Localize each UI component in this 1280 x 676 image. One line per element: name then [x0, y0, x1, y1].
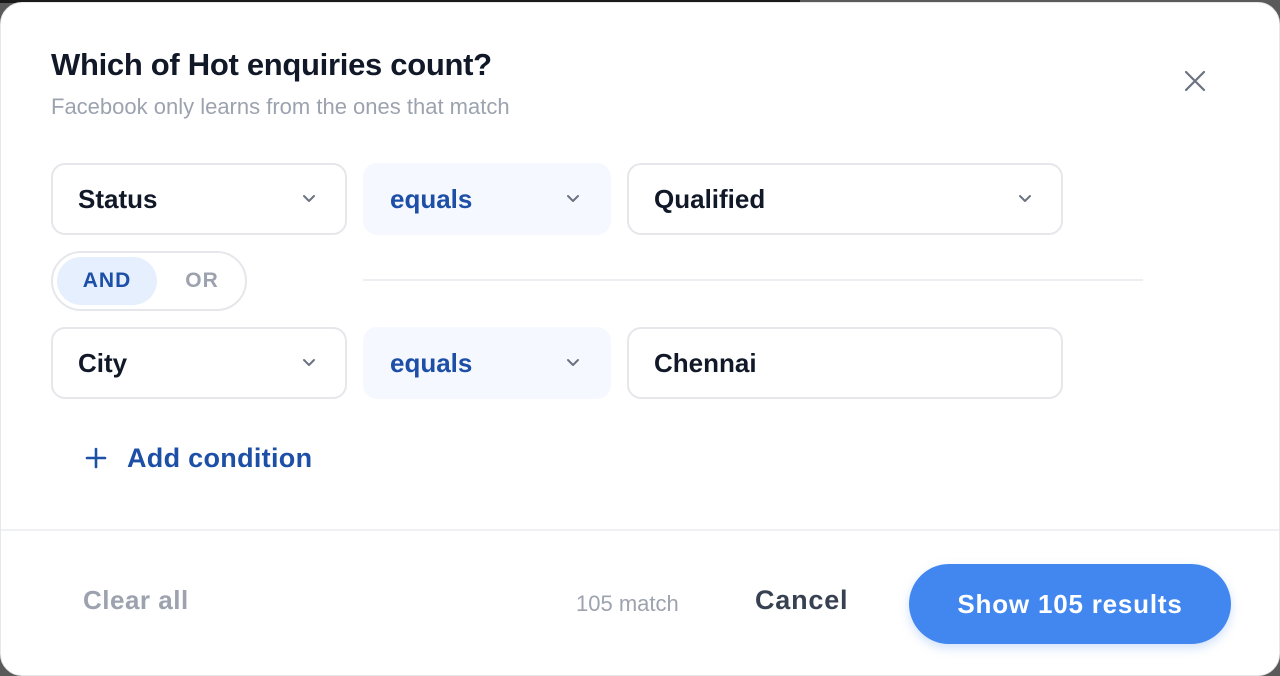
filter-dialog: Which of Hot enquiries count? Facebook o… [0, 2, 1280, 676]
dialog-subtitle: Facebook only learns from the ones that … [51, 94, 510, 119]
show-results-button[interactable]: Show 105 results [909, 564, 1231, 644]
close-icon [1184, 70, 1206, 92]
condition-2-field-label: City [78, 347, 128, 378]
condition-2-field-select[interactable]: City [51, 327, 347, 399]
chevron-down-icon [1019, 195, 1031, 202]
condition-2-value-input[interactable] [627, 327, 1063, 399]
condition-1-operator-select[interactable]: equals [363, 163, 611, 235]
condition-1-operator-label: equals [390, 183, 473, 214]
clear-all-button[interactable]: Clear all [83, 585, 189, 616]
chevron-down-icon [303, 359, 315, 366]
plus-icon [85, 447, 107, 469]
condition-1-field-select[interactable]: Status [51, 163, 347, 235]
chevron-down-icon [303, 195, 315, 202]
condition-2-operator-select[interactable]: equals [363, 327, 611, 399]
logic-or-option[interactable]: OR [159, 257, 245, 305]
close-button[interactable] [1179, 65, 1211, 97]
condition-1-value-label: Qualified [654, 183, 766, 214]
add-condition-button[interactable]: Add condition [83, 435, 312, 481]
condition-divider [363, 279, 1143, 281]
chevron-down-icon [567, 195, 579, 202]
logic-and-option[interactable]: AND [57, 257, 157, 305]
chevron-down-icon [567, 359, 579, 366]
match-count: 105 match [576, 591, 679, 616]
add-condition-label: Add condition [127, 442, 313, 473]
condition-2-operator-label: equals [390, 347, 473, 378]
condition-1-value-select[interactable]: Qualified [627, 163, 1063, 235]
logic-toggle: AND OR [51, 251, 247, 311]
cancel-button[interactable]: Cancel [755, 585, 848, 616]
footer-divider [1, 529, 1279, 531]
dialog-title: Which of Hot enquiries count? [51, 47, 492, 82]
condition-1-field-label: Status [78, 183, 158, 214]
